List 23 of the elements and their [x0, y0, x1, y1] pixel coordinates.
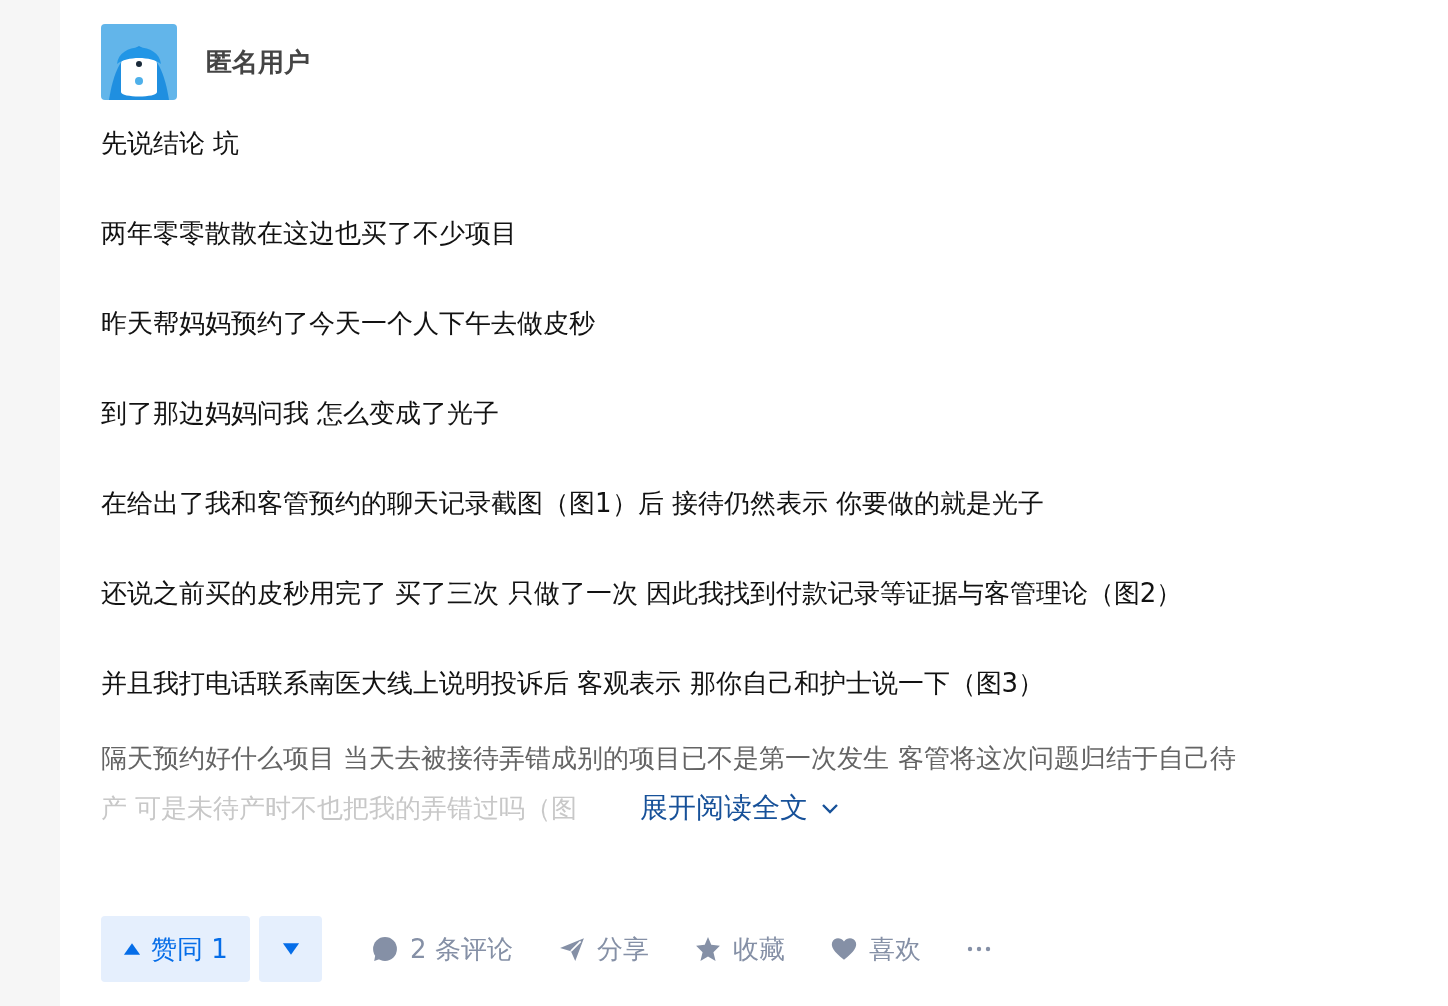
collect-button[interactable]: 收藏 — [694, 929, 785, 969]
avatar-icon[interactable] — [101, 24, 177, 100]
answer-paragraph: 两年零零散散在这边也买了不少项目 — [101, 217, 518, 250]
comment-button[interactable]: 2 条评论 — [372, 929, 513, 969]
comment-icon — [372, 936, 398, 962]
share-button[interactable]: 分享 — [558, 929, 649, 969]
answer-paragraph: 并且我打电话联系南医大线上说明投诉后 客观表示 那你自己和护士说一下（图3） — [101, 667, 1046, 700]
triangle-down-icon — [281, 943, 300, 955]
triangle-up-icon — [123, 943, 142, 955]
heart-icon — [830, 936, 857, 962]
downvote-button[interactable] — [259, 916, 322, 982]
answer-paragraph: 昨天帮妈妈预约了今天一个人下午去做皮秒 — [101, 307, 596, 340]
answer-paragraph: 在给出了我和客管预约的聊天记录截图（图1）后 接待仍然表示 你要做的就是光子 — [101, 487, 1046, 520]
like-button[interactable]: 喜欢 — [830, 929, 921, 969]
upvote-button[interactable]: 赞同 1 — [101, 916, 250, 982]
faded-text: 隔天预约好什么项目 当天去被接待弄错成别的项目已不是第一次发生 客管将这次问题归结于自己待 — [101, 742, 1236, 775]
answer-paragraph: 先说结论 坑 — [101, 127, 241, 160]
more-icon — [966, 946, 991, 952]
paper-plane-icon — [558, 936, 585, 962]
author-name[interactable]: 匿名用户 — [206, 44, 310, 80]
answer-paragraph: 还说之前买的皮秒用完了 买了三次 只做了一次 因此我找到付款记录等证据与客管理论（图2） — [101, 577, 1184, 610]
answer-paragraph: 到了那边妈妈问我 怎么变成了光子 — [101, 397, 501, 430]
star-icon — [694, 936, 721, 962]
